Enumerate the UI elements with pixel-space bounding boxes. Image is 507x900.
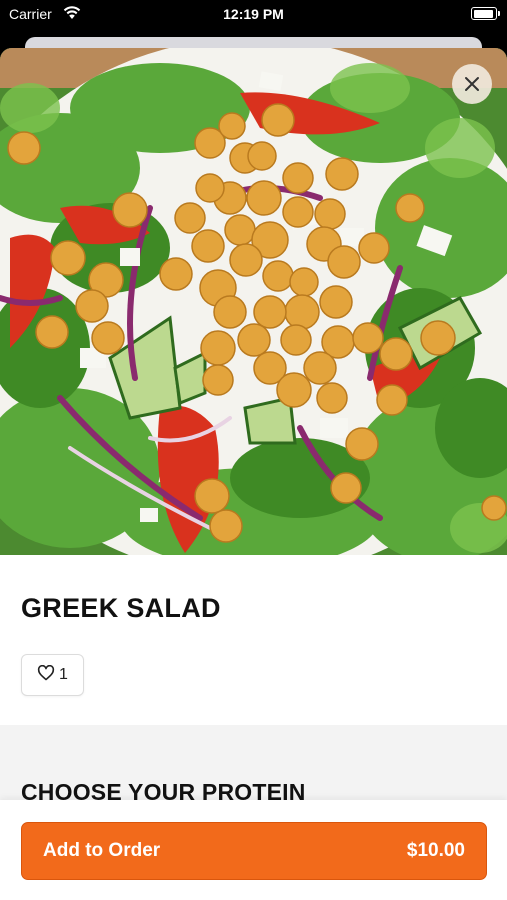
- add-to-order-label: Add to Order: [43, 840, 161, 861]
- status-time: 12:19 PM: [223, 6, 284, 22]
- item-info: GREEK SALAD 1: [0, 555, 507, 725]
- status-bar: Carrier 12:19 PM: [0, 0, 507, 30]
- like-count: 1: [59, 666, 68, 683]
- like-button[interactable]: 1: [21, 654, 84, 696]
- close-icon: [464, 76, 480, 92]
- heart-icon: [37, 664, 55, 686]
- battery-icon: [471, 7, 500, 20]
- order-price: $10.00: [406, 840, 465, 861]
- close-button[interactable]: [452, 64, 492, 104]
- item-photo: [0, 48, 507, 555]
- bottom-bar: Add to Order $10.00: [0, 800, 507, 900]
- item-detail-sheet: GREEK SALAD 1 CHOOSE YOUR PROTEIN Add to…: [0, 48, 507, 900]
- item-title: GREEK SALAD: [21, 593, 221, 623]
- add-to-order-button[interactable]: Add to Order $10.00: [21, 822, 487, 880]
